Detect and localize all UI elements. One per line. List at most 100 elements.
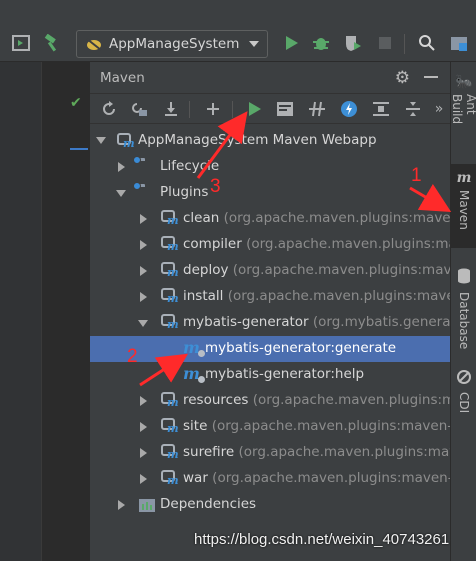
- tab-label: Ant Build: [450, 94, 476, 125]
- more-icon[interactable]: »: [428, 98, 450, 120]
- collapse-arrow-icon[interactable]: [140, 474, 147, 484]
- tree-plugin-row-expanded[interactable]: m mybatis-generator (org.mybatis.generat…: [90, 310, 451, 336]
- plugins-label: Plugins: [160, 184, 209, 200]
- tree-plugin-row[interactable]: m compiler (org.apache.maven.plugins:ma: [90, 232, 451, 258]
- tab-label: Database: [457, 292, 471, 350]
- collapse-all-icon[interactable]: [402, 98, 424, 120]
- plugin-detail: (org.apache.maven.plugins:maven: [232, 262, 451, 278]
- tree-lifecycle-row[interactable]: Lifecycle: [90, 154, 451, 180]
- editor-gutter: [0, 62, 42, 561]
- maven-icon: m: [456, 170, 472, 186]
- dependencies-icon: [138, 496, 156, 514]
- tree-plugin-row[interactable]: m resources (org.apache.maven.plugins:ma: [90, 388, 451, 414]
- download-icon[interactable]: [160, 98, 182, 120]
- collapse-arrow-icon[interactable]: [140, 266, 147, 276]
- annotation-number-1: 1: [411, 165, 422, 186]
- hammer-icon[interactable]: [40, 32, 62, 54]
- toggle-offline-icon[interactable]: [306, 98, 328, 120]
- execute-goal-icon[interactable]: [274, 98, 296, 120]
- tree-root-row[interactable]: m AppManageSystem Maven Webapp: [90, 128, 451, 154]
- plugin-detail: (org.apache.maven.plugins:maven-: [223, 210, 451, 226]
- panel-title: Maven: [100, 69, 145, 86]
- maven-plugin-icon: m: [160, 261, 179, 279]
- annotation-number-2: 2: [127, 346, 138, 367]
- tab-maven[interactable]: m Maven: [451, 164, 476, 248]
- plugin-name: site: [183, 418, 208, 434]
- check-icon: ✔: [70, 95, 82, 111]
- search-icon[interactable]: [416, 32, 438, 54]
- maven-panel-header: Maven ⚙: [90, 62, 450, 94]
- add-icon[interactable]: [202, 98, 224, 120]
- tree-dependencies-row[interactable]: Dependencies: [90, 492, 451, 518]
- tree-plugin-row[interactable]: m clean (org.apache.maven.plugins:maven-: [90, 206, 451, 232]
- tree-goal-row[interactable]: m mybatis-generator:help: [90, 362, 451, 388]
- collapse-arrow-icon[interactable]: [140, 240, 147, 250]
- plugin-detail: (org.apache.maven.plugins:ma: [246, 236, 451, 252]
- plugin-detail: (org.mybatis.generato: [312, 314, 451, 330]
- run-window-icon[interactable]: [10, 32, 32, 54]
- collapse-arrow-icon[interactable]: [140, 292, 147, 302]
- editor-area: ✔: [0, 62, 89, 561]
- tree-plugin-row[interactable]: m deploy (org.apache.maven.plugins:maven: [90, 258, 451, 284]
- annotation-number-3: 3: [210, 176, 221, 197]
- maven-goal-icon: m: [183, 364, 205, 383]
- collapse-arrow-icon[interactable]: [140, 396, 147, 406]
- maven-plugin-icon: m: [160, 209, 179, 227]
- goal-label: mybatis-generator:generate: [205, 340, 397, 356]
- folder-icon: [133, 182, 156, 205]
- maven-plugin-icon: m: [160, 417, 179, 435]
- collapse-arrow-icon[interactable]: [140, 214, 147, 224]
- plugin-name: war: [183, 470, 208, 486]
- maven-toolbar: »: [90, 94, 450, 124]
- dependencies-label: Dependencies: [160, 496, 257, 512]
- structure-icon[interactable]: [448, 32, 470, 54]
- expand-arrow-icon[interactable]: [96, 137, 106, 144]
- tree-plugin-row[interactable]: m site (org.apache.maven.plugins:maven-s…: [90, 414, 451, 440]
- plugin-name: install: [183, 288, 224, 304]
- collapse-arrow-icon[interactable]: [140, 448, 147, 458]
- reimport-icon[interactable]: [128, 98, 150, 120]
- plugin-name: mybatis-generator: [183, 314, 309, 330]
- run-config-select[interactable]: AppManageSystem: [76, 30, 268, 58]
- debug-icon[interactable]: [310, 32, 332, 54]
- plugin-detail: (org.apache.maven.plugins:maven-si: [211, 418, 451, 434]
- reload-icon[interactable]: [98, 98, 120, 120]
- collapse-arrow-icon[interactable]: [118, 162, 125, 172]
- cdi-icon: [457, 370, 471, 388]
- tree-goal-row-selected[interactable]: m mybatis-generator:generate: [90, 336, 451, 362]
- maven-plugin-icon: m: [160, 313, 179, 331]
- skip-tests-icon[interactable]: [338, 98, 360, 120]
- ant-config-icon: [86, 38, 102, 51]
- tab-label: CDI: [457, 392, 471, 414]
- coverage-icon[interactable]: [342, 32, 364, 54]
- collapse-arrow-icon[interactable]: [140, 422, 147, 432]
- watermark-url: https://blog.csdn.net/weixin_40743261: [194, 531, 450, 548]
- plugin-name: compiler: [183, 236, 242, 252]
- maven-plugin-icon: m: [160, 443, 179, 461]
- run-icon[interactable]: [280, 32, 302, 54]
- minimize-icon[interactable]: [424, 76, 438, 78]
- database-icon: [457, 268, 471, 288]
- chevron-down-icon: [249, 41, 259, 47]
- run-maven-build-icon[interactable]: [244, 98, 266, 120]
- tab-cdi[interactable]: CDI: [451, 364, 476, 424]
- show-dependencies-icon[interactable]: [370, 98, 392, 120]
- plugin-name: surefire: [183, 444, 235, 460]
- plugin-name: deploy: [183, 262, 229, 278]
- tree-plugins-row[interactable]: Plugins: [90, 180, 451, 206]
- collapse-arrow-icon[interactable]: [118, 500, 125, 510]
- tree-plugin-row[interactable]: m war (org.apache.maven.plugins:maven-w: [90, 466, 451, 492]
- expand-arrow-icon[interactable]: [116, 190, 126, 197]
- maven-project-icon: m: [116, 132, 135, 150]
- tab-database[interactable]: Database: [451, 262, 476, 352]
- tree-plugin-row[interactable]: m install (org.apache.maven.plugins:mave: [90, 284, 451, 310]
- stop-icon[interactable]: [374, 32, 396, 54]
- tab-ant-build[interactable]: 🐜 Ant Build: [450, 68, 476, 148]
- maven-panel: Maven ⚙ » m AppManageSystem Maven Webapp…: [89, 62, 451, 561]
- plugin-name: clean: [183, 210, 220, 226]
- tree-plugin-row[interactable]: m surefire (org.apache.maven.plugins:mav…: [90, 440, 451, 466]
- maven-plugin-icon: m: [160, 235, 179, 253]
- expand-arrow-icon[interactable]: [138, 320, 148, 327]
- plugin-name: resources: [183, 392, 249, 408]
- gear-icon[interactable]: ⚙: [395, 68, 410, 88]
